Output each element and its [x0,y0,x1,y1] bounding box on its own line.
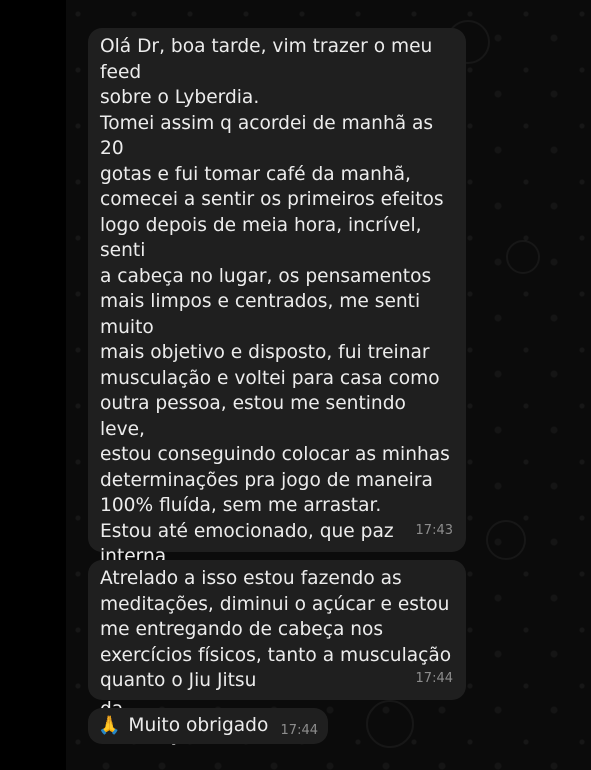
message-bubble[interactable]: 🙏 Muito obrigado 17:44 [88,708,328,744]
message-text: Muito obrigado [128,715,269,737]
doodle-pattern [486,520,526,560]
doodle-pattern [506,240,540,274]
message-bubble[interactable]: Olá Dr, boa tarde, vim trazer o meu feed… [88,28,466,746]
message-timestamp: 17:44 [415,670,453,686]
message-timestamp: 17:44 [280,723,318,738]
message-bubble[interactable]: Atrelado a isso estou fazendo as meditaç… [88,560,466,700]
praying-hands-icon: 🙏 [98,715,121,736]
message-text: Atrelado a isso estou fazendo as meditaç… [100,568,452,691]
message-timestamp: 17:43 [415,522,453,538]
